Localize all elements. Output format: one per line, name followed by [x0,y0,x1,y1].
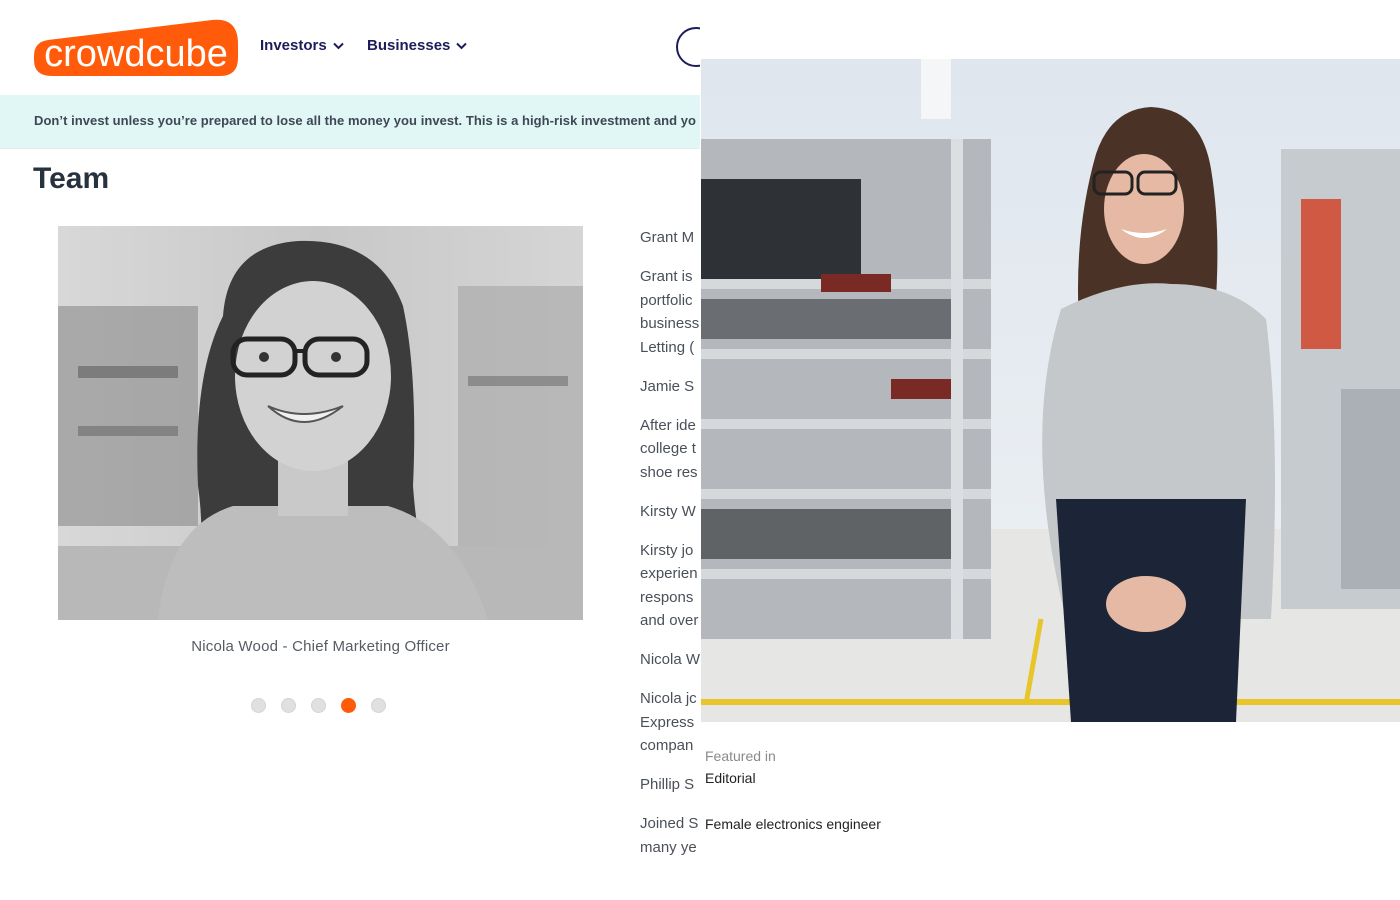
risk-warning-text: Don’t invest unless you’re prepared to l… [34,113,697,128]
bio-text: Joined S many ye [640,815,699,856]
bio-name: Grant M [640,229,695,246]
stock-photo-viewer: Featured in Editorial Female electronics… [700,0,1400,900]
account-button[interactable] [676,27,700,67]
stock-photo[interactable] [701,59,1400,722]
carousel-pagination [251,698,386,713]
carousel-dot-1[interactable] [251,698,266,713]
team-bios: Grant M Grant is portfolic business Lett… [640,226,700,875]
risk-warning-banner: Don’t invest unless you’re prepared to l… [0,95,700,149]
carousel-dot-4-active[interactable] [341,698,356,713]
team-member-caption: Nicola Wood - Chief Marketing Officer [191,638,450,655]
bio-name: Nicola W [640,651,700,668]
carousel-dot-5[interactable] [371,698,386,713]
bio-name: Phillip S [640,776,695,793]
team-member-photo [58,226,583,620]
crowdcube-logo[interactable]: crowdcube [34,18,238,76]
featured-in-label: Featured in [705,748,776,764]
team-heading: Team [33,162,110,195]
carousel-dot-3[interactable] [311,698,326,713]
chevron-down-icon [332,42,344,49]
chevron-down-icon [456,42,468,49]
bio-name: Kirsty W [640,502,696,520]
photo-title: Female electronics engineer [705,816,881,832]
nav-businesses[interactable]: Businesses [367,37,468,54]
nav-investors-label: Investors [260,37,327,54]
carousel-dot-2[interactable] [281,698,296,713]
bio-text: After ide college t shoe res [640,416,698,481]
bio-name: Jamie S [640,377,695,395]
logo-text: crowdcube [44,33,228,75]
bio-text: Grant is portfolic business Letting ( [640,268,700,356]
featured-in-value[interactable]: Editorial [705,770,756,786]
bio-text: Kirsty jo experien respons and over [640,541,699,630]
nav-investors[interactable]: Investors [260,37,344,54]
site-header: crowdcube Investors Businesses [0,0,700,95]
nav-businesses-label: Businesses [367,37,451,54]
crowdcube-page: crowdcube Investors Businesses Don’t inv… [0,0,700,900]
bio-text: Nicola jc Express compan [640,690,697,754]
